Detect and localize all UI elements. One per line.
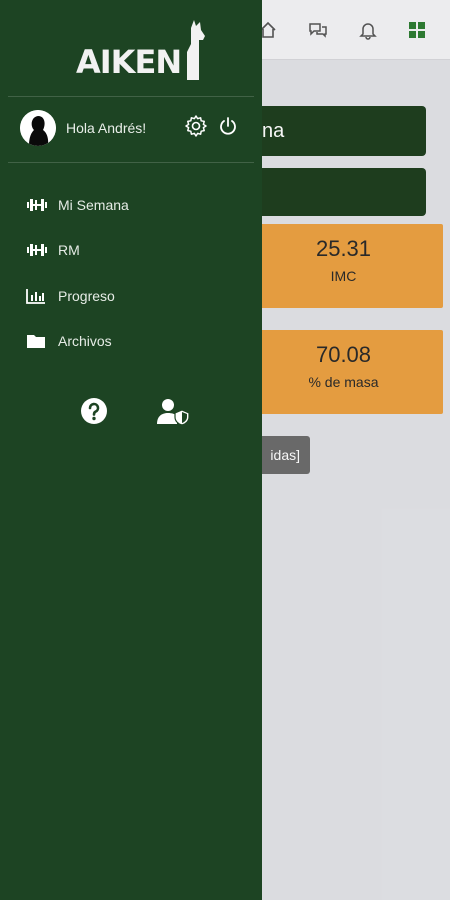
menu-item-progreso[interactable]: Progreso (26, 273, 129, 319)
settings-icon[interactable] (184, 114, 208, 143)
divider (8, 162, 254, 163)
brand-logo: AIKEN (76, 18, 209, 82)
dumbbell-icon (26, 196, 48, 214)
dumbbell-icon (26, 241, 48, 259)
menu-item-label: RM (58, 242, 80, 259)
chart-icon (26, 287, 48, 305)
help-icon[interactable] (80, 397, 108, 430)
user-shield-icon[interactable] (156, 397, 190, 430)
menu-item-label: Progreso (58, 287, 115, 304)
power-icon[interactable] (218, 116, 238, 141)
llama-logo-icon (187, 20, 206, 80)
avatar[interactable] (20, 110, 56, 146)
drawer-overlay[interactable] (262, 0, 450, 900)
folder-icon (26, 332, 48, 350)
menu-item-archivos[interactable]: Archivos (26, 319, 129, 365)
menu-item-mi-semana[interactable]: Mi Semana (26, 182, 129, 228)
menu-item-label: Archivos (58, 333, 112, 350)
logo-text: AIKEN (76, 43, 182, 81)
divider (8, 96, 254, 97)
drawer-menu: Mi Semana RM Progreso Archivos (26, 182, 129, 364)
menu-item-rm[interactable]: RM (26, 228, 129, 274)
drawer-footer-actions (80, 397, 190, 430)
user-panel: Hola Andrés! (20, 108, 250, 148)
user-greeting: Hola Andrés! (66, 120, 147, 136)
menu-item-label: Mi Semana (58, 196, 129, 213)
side-drawer: AIKEN Hola Andrés! Mi Semana RM Progreso… (0, 0, 262, 900)
